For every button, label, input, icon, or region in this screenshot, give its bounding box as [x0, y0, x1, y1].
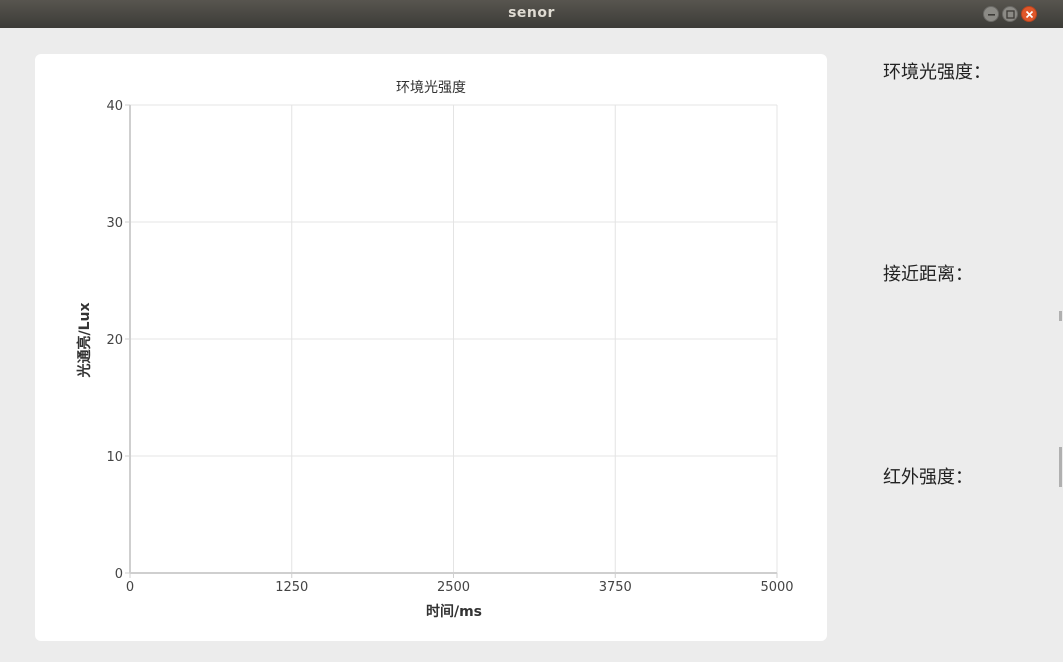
y-axis-label: 光通亮/Lux [76, 302, 93, 378]
x-tick-label: 2500 [437, 580, 470, 595]
scrollbar-fragment [1059, 311, 1062, 321]
close-button[interactable] [1021, 6, 1037, 22]
y-tick-label: 30 [106, 216, 123, 231]
scrollbar-fragment [1059, 447, 1062, 487]
x-tick-label: 1250 [275, 580, 308, 595]
infrared-label: 红外强度： [883, 467, 973, 488]
window-titlebar[interactable]: senor [0, 0, 1063, 28]
close-icon [1025, 10, 1034, 19]
chart-title: 环境光强度 [396, 80, 466, 96]
proximity-label: 接近距离： [883, 264, 973, 285]
y-tick-label: 0 [115, 567, 123, 582]
x-axis-label: 时间/ms [426, 603, 482, 620]
ambient-light-chart: 0 1250 2500 3750 5000 0 10 20 30 40 环境光强度 时间/ms 光… [35, 54, 827, 641]
x-tick-label: 3750 [599, 580, 632, 595]
y-tick-label: 20 [106, 333, 123, 348]
maximize-button[interactable] [1002, 6, 1018, 22]
minimize-button[interactable] [983, 6, 999, 22]
y-tick-label: 40 [106, 99, 123, 114]
ambient-light-label: 环境光强度： [883, 62, 991, 83]
x-tick-label: 5000 [760, 580, 793, 595]
window-title: senor [508, 5, 555, 21]
minimize-icon [988, 14, 995, 16]
chart-canvas: 0 1250 2500 3750 5000 0 10 20 30 40 环境光强度 时间/ms 光… [76, 80, 794, 620]
y-tick-label: 10 [106, 450, 123, 465]
maximize-icon [1006, 10, 1015, 19]
x-tick-label: 0 [126, 580, 134, 595]
